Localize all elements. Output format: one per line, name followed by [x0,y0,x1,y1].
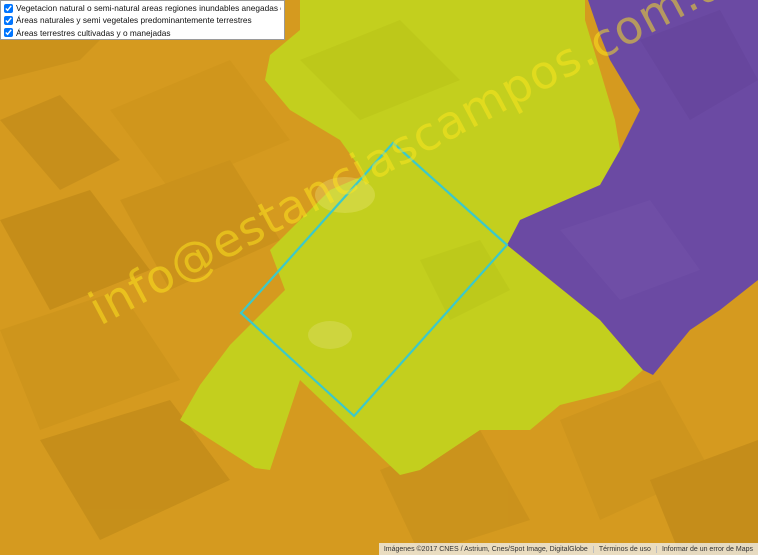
layer-label: Áreas naturales y semi vegetales predomi… [16,15,252,26]
layer-checkbox[interactable] [4,3,13,13]
layer-item-wetland[interactable]: Vegetacion natural o semi-natural areas … [4,2,281,14]
terms-link[interactable]: Términos de uso [592,545,656,553]
layer-label: Áreas terrestres cultivadas y o manejada… [16,27,171,38]
layer-checkbox[interactable] [4,16,13,26]
report-error-link[interactable]: Informar de un error de Maps [655,545,758,553]
imagery-credit: Imágenes ©2017 CNES / Astrium, Cnes/Spot… [383,545,588,553]
layer-legend: Vegetacion natural o semi-natural areas … [0,0,285,40]
layer-label: Vegetacion natural o semi-natural areas … [16,3,281,13]
map-attribution: Imágenes ©2017 CNES / Astrium, Cnes/Spot… [378,543,758,555]
layer-item-cultivated[interactable]: Áreas terrestres cultivadas y o manejada… [4,27,281,39]
layer-checkbox[interactable] [4,28,13,38]
layer-item-natural-terrestrial[interactable]: Áreas naturales y semi vegetales predomi… [4,14,281,26]
